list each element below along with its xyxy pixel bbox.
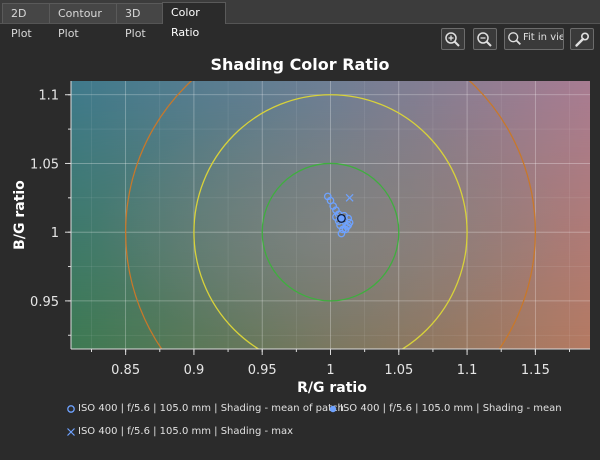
cross-marker-icon (67, 428, 75, 436)
x-tick-label: 0.85 (111, 363, 140, 378)
filled-circle-marker-icon (329, 405, 337, 413)
x-tick-label: 1.1 (457, 363, 478, 378)
y-tick-label: 1 (51, 226, 59, 241)
x-axis-label: R/G ratio (297, 380, 367, 396)
y-tick-label: 1.1 (38, 89, 59, 104)
x-tick-label: 1.15 (521, 363, 550, 378)
x-tick-label: 0.95 (248, 363, 277, 378)
x-tick-label: 1 (326, 363, 334, 378)
x-tick-label: 0.9 (184, 363, 205, 378)
y-axis-label: B/G ratio (12, 180, 28, 250)
y-tick-label: 0.95 (30, 295, 59, 310)
mean-point (336, 213, 346, 223)
open-circle-marker-icon (67, 405, 75, 413)
y-tick-label: 1.05 (30, 157, 59, 172)
chart-area: 0.85 0.9 0.95 1 1.05 1.1 1.15 0.95 1 1.05 1.1 R/G … (12, 81, 590, 396)
x-tick-label: 1.05 (384, 363, 413, 378)
